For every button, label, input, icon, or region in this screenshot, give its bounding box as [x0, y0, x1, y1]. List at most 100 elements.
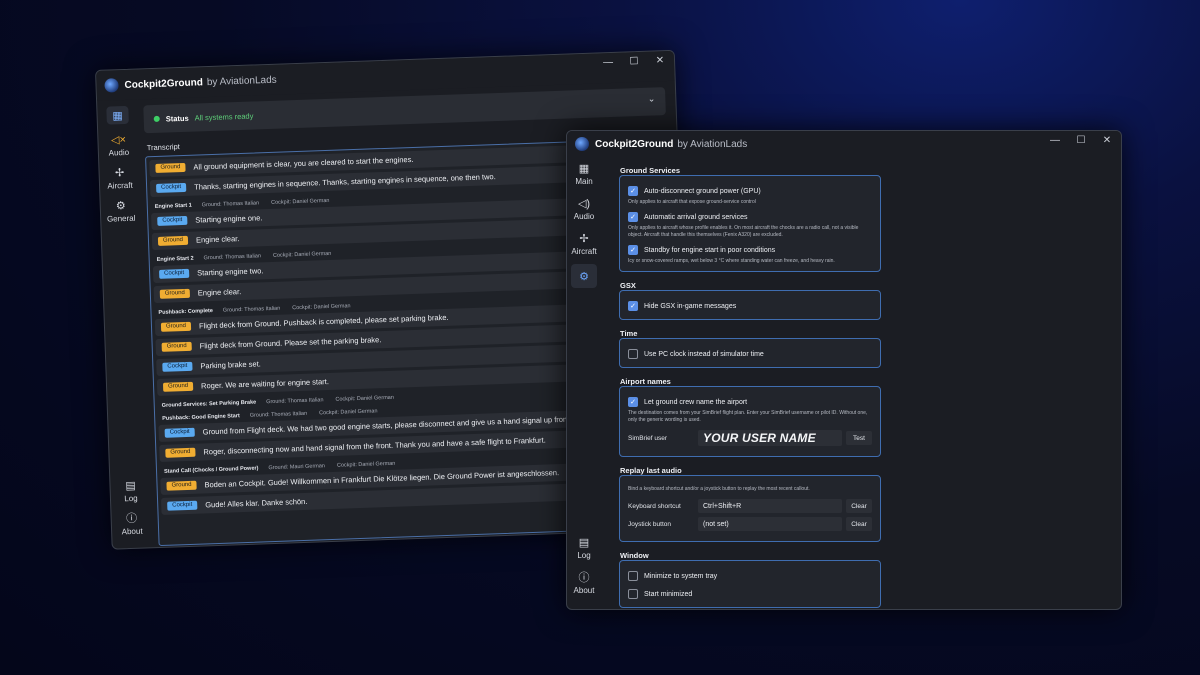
nav-general[interactable]: ⚙ General	[106, 196, 136, 224]
section-ground-voice: Ground: Thomas Italian	[222, 305, 281, 314]
ground-badge: Ground	[165, 447, 196, 458]
section-ground-voice: Ground: Mauri German	[268, 463, 326, 472]
minimize-tray-checkbox[interactable]	[628, 571, 638, 581]
message-text: All ground equipment is clear, you are c…	[193, 154, 414, 172]
nav-aircraft[interactable]: ✢ Aircraft	[107, 163, 133, 191]
time-checkbox[interactable]	[628, 349, 638, 359]
checkbox-label: Start minimized	[644, 590, 693, 598]
nav-aircraft[interactable]: ✢ Aircraft	[571, 229, 597, 257]
minimize-tray-row[interactable]: Minimize to system tray	[628, 571, 872, 581]
group-airport-names: Airport names ✓ Let ground crew name the…	[619, 377, 881, 457]
minimize-icon[interactable]: —	[1049, 135, 1061, 146]
nav-label: Audio	[108, 147, 130, 158]
close-icon[interactable]: ✕	[654, 55, 666, 66]
gear-icon: ⚙	[115, 199, 126, 212]
group-window: Window Minimize to system tray Start min…	[619, 551, 881, 608]
chevron-down-icon[interactable]: ⌄	[648, 93, 656, 104]
dashboard-icon: ▦	[578, 162, 590, 175]
section-cockpit-voice: Cockpit: Daniel German	[292, 303, 351, 312]
nav-rail: ▦ Main ◁) Audio ✢ Aircraft ⚙ ▤ Log ⓘ Abo…	[567, 157, 601, 609]
nav-main[interactable]: ▦ Main	[573, 159, 595, 187]
section-title: Stand Call (Chocks / Ground Power)	[163, 465, 259, 475]
checkbox-label: Let ground crew name the airport	[644, 398, 748, 406]
message-text: Starting engine two.	[196, 266, 264, 278]
message-text: Gude! Alles klar. Danke schön.	[205, 496, 308, 510]
section-title: Ground Services: Set Parking Brake	[161, 399, 257, 409]
nav-log[interactable]: ▤ Log	[119, 476, 142, 504]
section-cockpit-voice: Cockpit: Daniel German	[271, 197, 330, 206]
minimize-icon[interactable]: —	[602, 57, 614, 68]
group-title: Ground Services	[620, 166, 685, 175]
group-title: Window	[620, 551, 653, 560]
start-minimized-row[interactable]: Start minimized	[628, 589, 872, 599]
standby-checkbox-row[interactable]: ✓ Standby for engine start in poor condi…	[628, 245, 872, 255]
ground-badge: Ground	[155, 162, 186, 173]
section-cockpit-voice: Cockpit: Daniel German	[319, 408, 378, 417]
field-label: SimBrief user	[628, 434, 668, 442]
group-title: Time	[620, 329, 642, 338]
checkbox-label: Hide GSX in-game messages	[644, 302, 737, 310]
nav-about[interactable]: ⓘ About	[573, 568, 595, 595]
nav-label: Aircraft	[571, 247, 597, 256]
nav-log[interactable]: ▤ Log	[573, 533, 595, 561]
nav-audio[interactable]: ◁) Audio	[573, 194, 595, 222]
info-icon: ⓘ	[125, 512, 138, 526]
app-by: by AviationLads	[677, 138, 748, 150]
speaker-icon: ◁×	[110, 133, 127, 146]
gpu-checkbox[interactable]: ✓	[628, 186, 638, 196]
message-text: Engine clear.	[195, 234, 240, 245]
checkbox-label: Auto-disconnect ground power (GPU)	[644, 187, 761, 195]
keyboard-shortcut-row: Keyboard shortcut Ctrl+Shift+R Clear	[628, 499, 872, 513]
group-replay: Replay last audio Bind a keyboard shortc…	[619, 466, 881, 542]
nav-label: General	[106, 213, 136, 224]
log-icon: ▤	[125, 479, 136, 492]
gsx-checkbox-row[interactable]: ✓ Hide GSX in-game messages	[628, 301, 872, 311]
nav-label: Log	[124, 493, 138, 504]
time-checkbox-row[interactable]: Use PC clock instead of simulator time	[628, 349, 872, 359]
airport-checkbox[interactable]: ✓	[628, 397, 638, 407]
message-text: Thanks, starting engines in sequence. Th…	[193, 172, 496, 192]
simbrief-user-input[interactable]: YOUR USER NAME	[698, 430, 842, 446]
maximize-icon[interactable]: ☐	[1075, 135, 1087, 146]
app-by: by AviationLads	[206, 74, 277, 88]
settings-window: Cockpit2Ground by AviationLads — ☐ ✕ ▦ M…	[566, 130, 1122, 610]
message-text: Flight deck from Ground. Please set the …	[199, 335, 382, 351]
ground-badge: Ground	[162, 381, 194, 392]
nav-label: Log	[577, 551, 591, 560]
nav-main[interactable]: ▦	[106, 105, 129, 125]
nav-about[interactable]: ⓘ About	[120, 509, 143, 537]
checkbox-label: Minimize to system tray	[644, 572, 718, 580]
arrival-checkbox[interactable]: ✓	[628, 212, 638, 222]
clear-keyboard-button[interactable]: Clear	[846, 499, 872, 513]
group-title: Replay last audio	[620, 466, 686, 475]
airport-checkbox-row[interactable]: ✓ Let ground crew name the airport	[628, 397, 872, 407]
test-button[interactable]: Test	[846, 431, 872, 445]
aircraft-icon: ✢	[114, 166, 125, 179]
maximize-icon[interactable]: ☐	[628, 56, 640, 67]
clear-joystick-button[interactable]: Clear	[846, 517, 872, 531]
app-title: Cockpit2Ground	[595, 138, 674, 150]
nav-label: Aircraft	[107, 180, 133, 191]
group-title: GSX	[620, 281, 640, 290]
cockpit-badge: Cockpit	[162, 361, 193, 372]
field-label: Keyboard shortcut	[628, 502, 681, 510]
section-title: Pushback: Complete	[158, 308, 213, 316]
settings-content[interactable]: Ground Services ✓ Auto-disconnect ground…	[601, 157, 1121, 609]
dashboard-icon: ▦	[106, 105, 129, 125]
start-minimized-checkbox[interactable]	[628, 589, 638, 599]
ground-badge: Ground	[166, 480, 197, 491]
standby-checkbox[interactable]: ✓	[628, 245, 638, 255]
app-title: Cockpit2Ground	[124, 76, 204, 91]
keyboard-shortcut-input[interactable]: Ctrl+Shift+R	[698, 499, 842, 513]
close-icon[interactable]: ✕	[1101, 135, 1113, 146]
joystick-button-input[interactable]: (not set)	[698, 517, 842, 531]
arrival-checkbox-row[interactable]: ✓ Automatic arrival ground services	[628, 212, 872, 222]
gsx-checkbox[interactable]: ✓	[628, 301, 638, 311]
nav-audio[interactable]: ◁× Audio	[107, 130, 130, 158]
gpu-checkbox-row[interactable]: ✓ Auto-disconnect ground power (GPU)	[628, 186, 872, 196]
simbrief-user-row: SimBrief user YOUR USER NAME Test	[628, 430, 872, 446]
nav-settings[interactable]: ⚙	[571, 264, 597, 288]
nav-label: Audio	[573, 212, 595, 221]
section-ground-voice: Ground: Thomas Italian	[249, 410, 308, 419]
checkbox-label: Automatic arrival ground services	[644, 213, 748, 221]
